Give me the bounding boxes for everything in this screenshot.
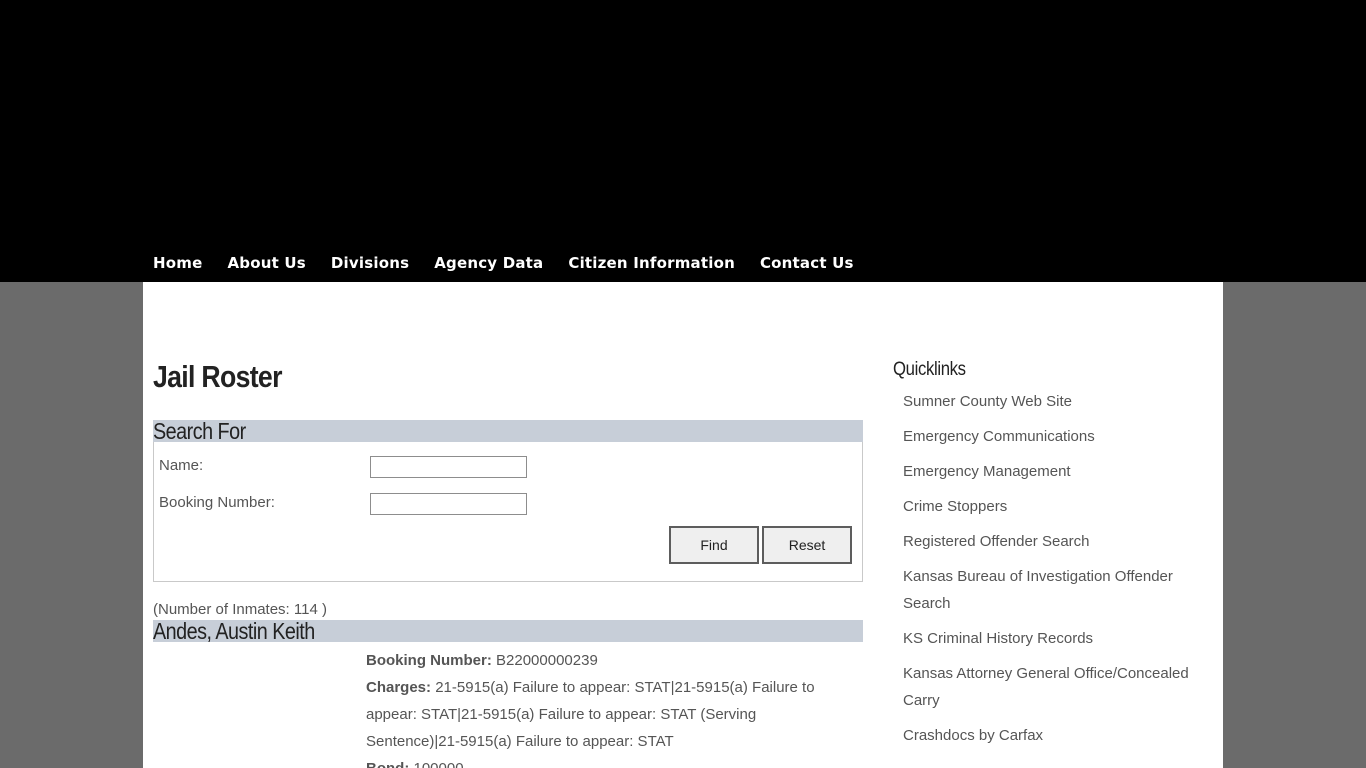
quicklink-sumner-county[interactable]: Sumner County Web Site bbox=[903, 388, 1208, 423]
nav-contact-us[interactable]: Contact Us bbox=[760, 252, 854, 274]
nav-divisions[interactable]: Divisions bbox=[331, 252, 409, 274]
inmate-header: Andes, Austin Keith bbox=[153, 618, 863, 644]
quicklink-crashdocs[interactable]: Crashdocs by Carfax bbox=[903, 722, 1208, 757]
quicklink-crime-stoppers[interactable]: Crime Stoppers bbox=[903, 493, 1208, 528]
inmate-details: Booking Number: B22000000239 Charges: 21… bbox=[366, 647, 846, 768]
site-header: Home About Us Divisions Agency Data Citi… bbox=[0, 0, 1366, 282]
quicklink-kbi-offender-search[interactable]: Kansas Bureau of Investigation Offender … bbox=[903, 563, 1208, 625]
search-header: Search For bbox=[153, 418, 863, 444]
bond-row: Bond: 100000 bbox=[366, 755, 846, 768]
quicklink-registered-offender-search[interactable]: Registered Offender Search bbox=[903, 528, 1208, 563]
booking-number-input[interactable] bbox=[370, 493, 527, 515]
quicklink-emergency-management[interactable]: Emergency Management bbox=[903, 458, 1208, 493]
charges-row: Charges: 21-5915(a) Failure to appear: S… bbox=[366, 674, 846, 755]
nav-citizen-information[interactable]: Citizen Information bbox=[568, 252, 735, 274]
quicklink-ag-concealed-carry[interactable]: Kansas Attorney General Office/Concealed… bbox=[903, 660, 1208, 722]
inmate-name: Andes, Austin Keith bbox=[153, 618, 315, 644]
quicklinks-list: Sumner County Web Site Emergency Communi… bbox=[893, 388, 1213, 757]
search-title: Search For bbox=[153, 418, 246, 444]
reset-button[interactable]: Reset bbox=[762, 526, 852, 564]
charges-value: 21-5915(a) Failure to appear: STAT|21-59… bbox=[366, 679, 815, 750]
booking-number-row: Booking Number: B22000000239 bbox=[366, 647, 846, 674]
quicklink-emergency-communications[interactable]: Emergency Communications bbox=[903, 423, 1208, 458]
main-column: Jail Roster Search For Name: Booking Num… bbox=[153, 358, 863, 768]
page-title: Jail Roster bbox=[153, 359, 282, 394]
charges-label: Charges: bbox=[366, 679, 432, 696]
bond-value: 100000 bbox=[414, 760, 464, 768]
nav-about-us[interactable]: About Us bbox=[227, 252, 305, 274]
main-nav: Home About Us Divisions Agency Data Citi… bbox=[153, 252, 879, 274]
name-label: Name: bbox=[159, 457, 204, 474]
name-input[interactable] bbox=[370, 456, 527, 478]
content-area: Jail Roster Search For Name: Booking Num… bbox=[143, 282, 1223, 768]
bond-label: Bond: bbox=[366, 760, 409, 768]
booking-number-value: B22000000239 bbox=[496, 652, 598, 669]
search-form: Name: Booking Number: Find Reset bbox=[153, 442, 863, 582]
booking-number-field-label: Booking Number: bbox=[366, 652, 492, 669]
quicklinks-sidebar: Quicklinks Sumner County Web Site Emerge… bbox=[893, 357, 1213, 757]
nav-agency-data[interactable]: Agency Data bbox=[434, 252, 543, 274]
booking-number-label: Booking Number: bbox=[159, 494, 275, 511]
quicklinks-title: Quicklinks bbox=[893, 359, 966, 380]
find-button[interactable]: Find bbox=[669, 526, 759, 564]
nav-home[interactable]: Home bbox=[153, 252, 202, 274]
quicklink-ks-criminal-history[interactable]: KS Criminal History Records bbox=[903, 625, 1208, 660]
